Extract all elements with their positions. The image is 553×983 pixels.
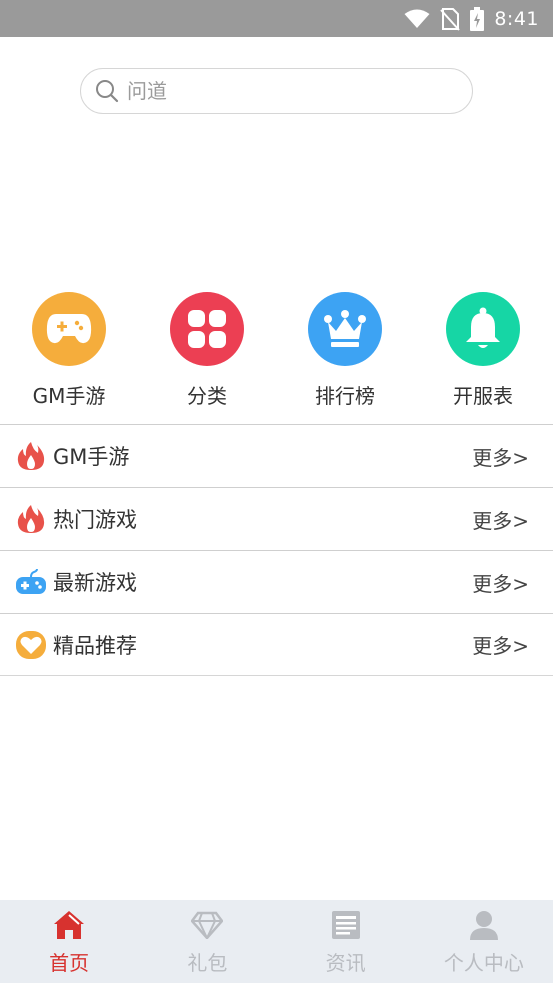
battery-charging-icon bbox=[470, 6, 485, 31]
tab-label: 资讯 bbox=[325, 951, 366, 975]
quick-nav: GM手游 分类 排行榜 开服表 bbox=[0, 292, 553, 412]
status-time: 8:41 bbox=[494, 7, 539, 30]
crown-icon bbox=[308, 292, 382, 366]
section-title: 热门游戏 bbox=[53, 508, 137, 532]
gamepad-icon bbox=[16, 567, 46, 597]
nav-label: GM手游 bbox=[32, 384, 106, 408]
section-title: 精品推荐 bbox=[53, 633, 137, 658]
tab-profile[interactable]: 个人中心 bbox=[415, 900, 553, 983]
section-title: GM手游 bbox=[53, 445, 130, 469]
gamepad-icon bbox=[32, 292, 106, 366]
tab-gifts[interactable]: 礼包 bbox=[138, 900, 276, 983]
more-link[interactable]: 更多> bbox=[472, 505, 529, 534]
grid-icon bbox=[170, 292, 244, 366]
fire-icon bbox=[16, 504, 46, 534]
nav-rankings[interactable]: 排行榜 bbox=[285, 292, 405, 409]
fire-icon bbox=[16, 441, 46, 471]
section-title: 最新游戏 bbox=[53, 571, 137, 595]
nav-label: 分类 bbox=[187, 384, 227, 408]
search-bar[interactable] bbox=[80, 68, 473, 114]
nav-server-schedule[interactable]: 开服表 bbox=[423, 292, 543, 409]
user-icon bbox=[469, 909, 499, 941]
tab-label: 个人中心 bbox=[443, 951, 524, 975]
more-link[interactable]: 更多> bbox=[472, 442, 529, 471]
search-input[interactable] bbox=[127, 79, 447, 103]
heart-icon bbox=[16, 630, 46, 660]
home-icon bbox=[53, 909, 85, 941]
bell-icon bbox=[446, 292, 520, 366]
section-hot-games[interactable]: 热门游戏 更多> bbox=[0, 487, 553, 550]
tab-news[interactable]: 资讯 bbox=[277, 900, 415, 983]
no-sim-icon bbox=[440, 7, 461, 31]
nav-label: 排行榜 bbox=[315, 384, 375, 408]
search-icon bbox=[96, 80, 119, 103]
nav-label: 开服表 bbox=[453, 384, 513, 408]
more-link[interactable]: 更多> bbox=[472, 568, 529, 597]
wifi-icon bbox=[404, 9, 430, 28]
status-bar: 8:41 bbox=[0, 0, 553, 37]
tab-label: 礼包 bbox=[187, 951, 228, 975]
diamond-icon bbox=[191, 909, 224, 941]
more-link[interactable]: 更多> bbox=[472, 630, 529, 659]
app-screen: 8:41 GM手游 bbox=[0, 0, 553, 983]
section-featured[interactable]: 精品推荐 更多> bbox=[0, 613, 553, 676]
bottom-tab-bar: 首页 礼包 资讯 个人中心 bbox=[0, 900, 553, 983]
tab-home[interactable]: 首页 bbox=[0, 900, 138, 983]
nav-gm-games[interactable]: GM手游 bbox=[9, 292, 129, 409]
section-gm-games[interactable]: GM手游 更多> bbox=[0, 424, 553, 487]
section-list: GM手游 更多> 热门游戏 更多> 最新游戏 更多> 精品推荐 更多> bbox=[0, 424, 553, 676]
nav-categories[interactable]: 分类 bbox=[147, 292, 267, 409]
section-new-games[interactable]: 最新游戏 更多> bbox=[0, 550, 553, 613]
news-icon bbox=[331, 909, 361, 941]
tab-label: 首页 bbox=[49, 951, 90, 975]
